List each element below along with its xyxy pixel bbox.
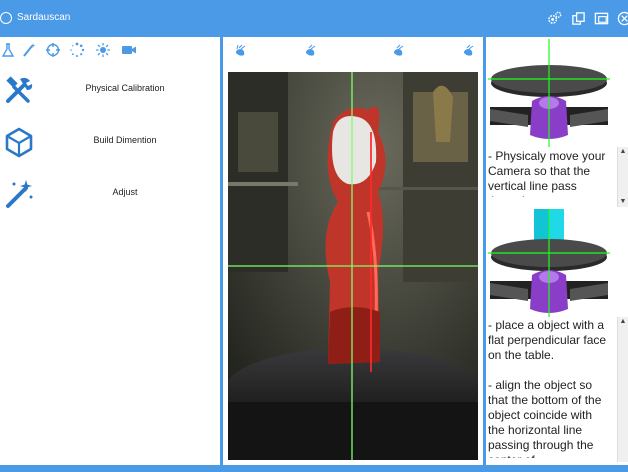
menu-item-build-dimention[interactable]: Build Dimention bbox=[0, 125, 220, 169]
turntable-horizontal-line-image bbox=[488, 209, 610, 317]
window-title: Sardauscan bbox=[17, 12, 71, 23]
scroll-down-icon[interactable]: ▼ bbox=[618, 197, 628, 207]
instruction-text: - place a object with a flat perpendicul… bbox=[488, 318, 607, 362]
title-bar: Sardauscan bbox=[0, 0, 628, 35]
status-strip bbox=[0, 465, 628, 472]
wand-icon[interactable] bbox=[21, 42, 37, 58]
close-circle-icon[interactable] bbox=[617, 11, 628, 26]
instructions-panel: - Physicaly move your Camera so that the… bbox=[486, 37, 628, 465]
laser-1-icon[interactable] bbox=[233, 44, 247, 58]
menu-label: Adjust bbox=[112, 187, 138, 197]
frame-icon[interactable] bbox=[594, 11, 609, 26]
copy-icon[interactable] bbox=[571, 11, 586, 26]
laser-4-icon[interactable] bbox=[461, 44, 475, 58]
scroll-up-icon[interactable]: ▲ bbox=[618, 147, 628, 157]
camera-toolbar bbox=[223, 44, 483, 62]
camera-feed[interactable] bbox=[228, 72, 478, 460]
menu-item-physical-calibration[interactable]: Physical Calibration bbox=[0, 73, 220, 117]
sun-icon[interactable] bbox=[95, 42, 111, 58]
spinner-icon[interactable] bbox=[69, 42, 85, 58]
scrollbar-2[interactable]: ▲ bbox=[617, 317, 628, 462]
left-panel: Physical Calibration Build Dimention Adj… bbox=[0, 37, 220, 465]
laser-3-icon[interactable] bbox=[391, 44, 405, 58]
wrench-hammer-icon bbox=[2, 73, 36, 107]
app-logo-icon bbox=[0, 12, 12, 24]
scrollbar-1[interactable]: ▲ ▼ bbox=[617, 147, 628, 207]
menu-label: Physical Calibration bbox=[85, 83, 165, 93]
settings-gears-icon[interactable] bbox=[547, 11, 562, 26]
camera-image bbox=[228, 72, 478, 460]
instruction-text: - Physicaly move your Camera so that the… bbox=[488, 149, 606, 197]
cube-icon bbox=[2, 125, 36, 159]
video-camera-icon[interactable] bbox=[121, 42, 137, 58]
magic-wand-icon bbox=[2, 177, 36, 211]
menu-label: Build Dimention bbox=[93, 135, 157, 145]
menu-item-adjust[interactable]: Adjust bbox=[0, 177, 220, 221]
laser-2-icon[interactable] bbox=[303, 44, 317, 58]
instruction-text: - align the object so that the bottom of… bbox=[488, 378, 602, 458]
flask-icon[interactable] bbox=[0, 42, 16, 58]
camera-panel bbox=[223, 37, 483, 465]
turntable-vertical-line-image bbox=[488, 39, 610, 147]
scroll-up-icon[interactable]: ▲ bbox=[618, 317, 628, 327]
crosshair-icon[interactable] bbox=[45, 42, 61, 58]
